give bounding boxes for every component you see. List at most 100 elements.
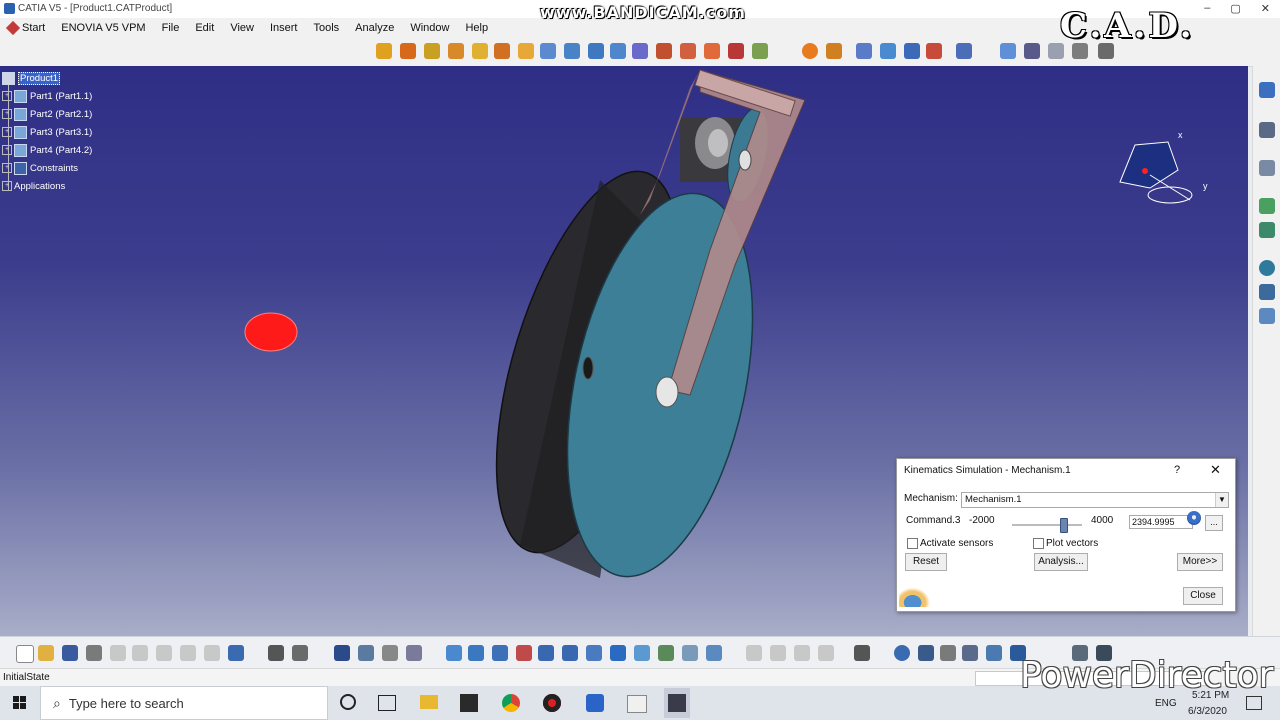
next-icon[interactable]	[940, 645, 956, 661]
paste-icon[interactable]	[156, 645, 172, 661]
speed-acceleration-icon[interactable]	[632, 43, 648, 59]
menu-insert[interactable]: Insert	[262, 22, 306, 34]
file-explorer-icon[interactable]	[420, 695, 438, 709]
pan-view-icon[interactable]	[492, 645, 508, 661]
expand-icon[interactable]: +	[2, 109, 12, 119]
mechanism-icon[interactable]	[376, 43, 392, 59]
catalog-icon[interactable]	[358, 645, 374, 661]
expand-icon[interactable]: +	[2, 145, 12, 155]
snap-constraint-icon[interactable]	[770, 645, 786, 661]
command-slider-thumb[interactable]	[1060, 518, 1069, 533]
fly-mode-icon[interactable]	[856, 43, 872, 59]
minimize-icon[interactable]: –	[1204, 2, 1210, 15]
cylindrical-joint-icon[interactable]	[448, 43, 464, 59]
notification-icon[interactable]	[1246, 696, 1262, 710]
mechanism-select[interactable]: Mechanism.1 ▼	[961, 492, 1229, 508]
zoom-in-icon[interactable]	[538, 645, 554, 661]
tree-node-part1[interactable]: + Part1 (Part1.1)	[2, 88, 92, 104]
more-options-button[interactable]: ...	[1205, 515, 1223, 531]
chrome-icon[interactable]	[502, 694, 520, 712]
tree-node-constraints[interactable]: + Constraints	[2, 160, 78, 176]
language-indicator[interactable]: ENG	[1155, 698, 1177, 709]
assembly-icon[interactable]	[1259, 198, 1275, 214]
measure-icon[interactable]	[406, 645, 422, 661]
navigate-icon[interactable]	[918, 645, 934, 661]
iso-view-icon[interactable]	[634, 645, 650, 661]
tree-node-product[interactable]: Product1	[2, 70, 61, 86]
axis-icon[interactable]	[752, 43, 768, 59]
save-icon[interactable]	[62, 645, 78, 661]
zoom-out-icon[interactable]	[562, 645, 578, 661]
perspective-icon[interactable]	[986, 645, 1002, 661]
view-mode-icon[interactable]	[956, 43, 972, 59]
tree-node-applications[interactable]: + Applications	[2, 178, 65, 194]
grid-icon[interactable]	[1024, 43, 1040, 59]
manipulate-icon[interactable]	[818, 645, 834, 661]
rigid-joint-icon[interactable]	[494, 43, 510, 59]
select-arrow-icon[interactable]	[1259, 122, 1275, 138]
close-button[interactable]: Close	[1183, 587, 1223, 605]
tree-node-part4[interactable]: + Part4 (Part4.2)	[2, 142, 92, 158]
new-icon[interactable]	[16, 645, 34, 663]
expand-icon[interactable]: +	[2, 181, 12, 191]
replace-icon[interactable]	[1259, 308, 1275, 324]
expand-icon[interactable]: +	[2, 163, 12, 173]
compile-simulation-icon[interactable]	[564, 43, 580, 59]
menu-enovia[interactable]: ENOVIA V5 VPM	[53, 22, 153, 34]
maximize-icon[interactable]: ▢	[1230, 2, 1240, 15]
menu-help[interactable]: Help	[457, 22, 496, 34]
menu-tools[interactable]: Tools	[305, 22, 347, 34]
reset-button[interactable]: Reset	[905, 553, 947, 571]
compass-tool-icon[interactable]	[894, 645, 910, 661]
normal-view-icon[interactable]	[586, 645, 602, 661]
comment-icon[interactable]	[292, 645, 308, 661]
shading-icon[interactable]	[1000, 43, 1016, 59]
multi-view-icon[interactable]	[610, 645, 626, 661]
product-structure-icon[interactable]	[1259, 284, 1275, 300]
swept-volume-icon[interactable]	[680, 43, 696, 59]
copy-icon[interactable]	[132, 645, 148, 661]
analysis-button[interactable]: Analysis...	[1034, 553, 1088, 571]
notepad-icon[interactable]	[627, 695, 647, 713]
more-button[interactable]: More>>	[1177, 553, 1223, 571]
menu-start[interactable]: Start	[0, 20, 53, 36]
menu-window[interactable]: Window	[402, 22, 457, 34]
pan-icon[interactable]	[880, 43, 896, 59]
expand-icon[interactable]: +	[2, 91, 12, 101]
constraint-icon[interactable]	[746, 645, 762, 661]
whats-this-icon[interactable]	[228, 645, 244, 661]
distance-icon[interactable]	[728, 43, 744, 59]
screw-joint-icon[interactable]	[472, 43, 488, 59]
fly-icon[interactable]	[446, 645, 462, 661]
bandicam-icon[interactable]	[586, 694, 604, 712]
revolute-joint-icon[interactable]	[400, 43, 416, 59]
close-icon[interactable]: ✕	[1210, 462, 1221, 478]
prismatic-joint-icon[interactable]	[424, 43, 440, 59]
trace-icon[interactable]	[656, 43, 672, 59]
menu-view[interactable]: View	[222, 22, 262, 34]
clash-icon[interactable]	[704, 43, 720, 59]
red-marker[interactable]	[244, 312, 298, 352]
close-window-icon[interactable]: ✕	[1261, 2, 1270, 15]
task-view-icon[interactable]	[378, 695, 396, 711]
swap-space-icon[interactable]	[706, 645, 722, 661]
knowledge-icon[interactable]	[382, 645, 398, 661]
table-icon[interactable]	[334, 645, 350, 661]
zoom-icon[interactable]	[926, 43, 942, 59]
analysis-icon[interactable]	[802, 43, 818, 59]
rotate-icon[interactable]	[904, 43, 920, 59]
menu-file[interactable]: File	[154, 22, 188, 34]
chevron-down-icon[interactable]: ▼	[1215, 493, 1228, 507]
fix-icon[interactable]	[794, 645, 810, 661]
command-value-field[interactable]: 2394.9995	[1129, 515, 1193, 529]
menu-analyze[interactable]: Analyze	[347, 22, 402, 34]
fixed-part-icon[interactable]	[518, 43, 534, 59]
capture-icon[interactable]	[854, 645, 870, 661]
menu-edit[interactable]: Edit	[187, 22, 222, 34]
hide-icon[interactable]	[682, 645, 698, 661]
tree-node-part3[interactable]: + Part3 (Part3.1)	[2, 124, 92, 140]
catia-taskbar-icon[interactable]	[460, 694, 478, 712]
tree-node-part2[interactable]: + Part2 (Part2.1)	[2, 106, 92, 122]
workbench-icon[interactable]	[1259, 82, 1275, 98]
plot-vectors-checkbox[interactable]	[1033, 538, 1044, 549]
